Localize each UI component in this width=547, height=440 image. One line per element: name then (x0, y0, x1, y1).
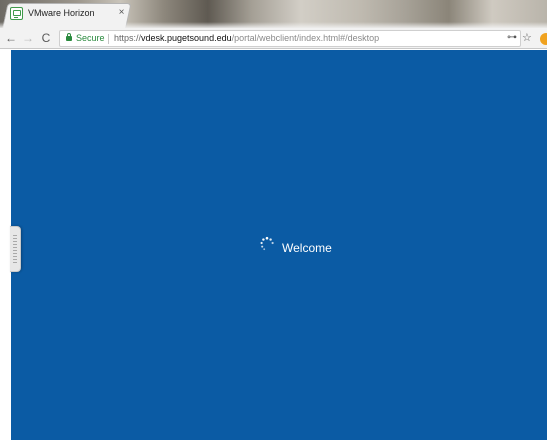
address-bar-divider (108, 34, 109, 44)
extension-icon[interactable] (540, 33, 547, 45)
browser-window: VMware Horizon × ← → C Secure https://vd… (0, 0, 547, 440)
tab-title: VMware Horizon (28, 8, 95, 18)
url-path: /portal/webclient/index.html#/desktop (231, 33, 380, 43)
url-scheme: https:// (114, 33, 142, 43)
horizon-desktop-area[interactable]: Welcome (11, 50, 547, 440)
loading-spinner-icon (260, 236, 274, 251)
url-host: vdesk.pugetsound.edu (141, 33, 232, 43)
tab-strip: VMware Horizon × (0, 0, 547, 29)
vmware-favicon-icon (10, 7, 23, 20)
welcome-text: Welcome (282, 241, 332, 255)
secure-label: Secure (76, 33, 105, 43)
reload-button[interactable]: C (38, 30, 54, 46)
sidebar-toggle-handle[interactable] (10, 226, 21, 272)
page-viewport: Welcome (0, 50, 547, 440)
browser-toolbar: ← → C Secure https://vdesk.pugetsound.ed… (0, 28, 547, 49)
address-bar[interactable]: Secure https://vdesk.pugetsound.edu/port… (59, 30, 521, 47)
forward-button[interactable]: → (20, 30, 36, 46)
star-icon[interactable]: ☆ (522, 30, 532, 46)
tab-content: VMware Horizon × (8, 3, 132, 25)
key-icon[interactable]: ⊶ (507, 30, 517, 46)
tab-close-icon[interactable]: × (116, 7, 127, 18)
back-button[interactable]: ← (3, 30, 19, 46)
url-text[interactable]: https://vdesk.pugetsound.edu/portal/webc… (114, 31, 379, 46)
lock-icon (66, 33, 72, 41)
